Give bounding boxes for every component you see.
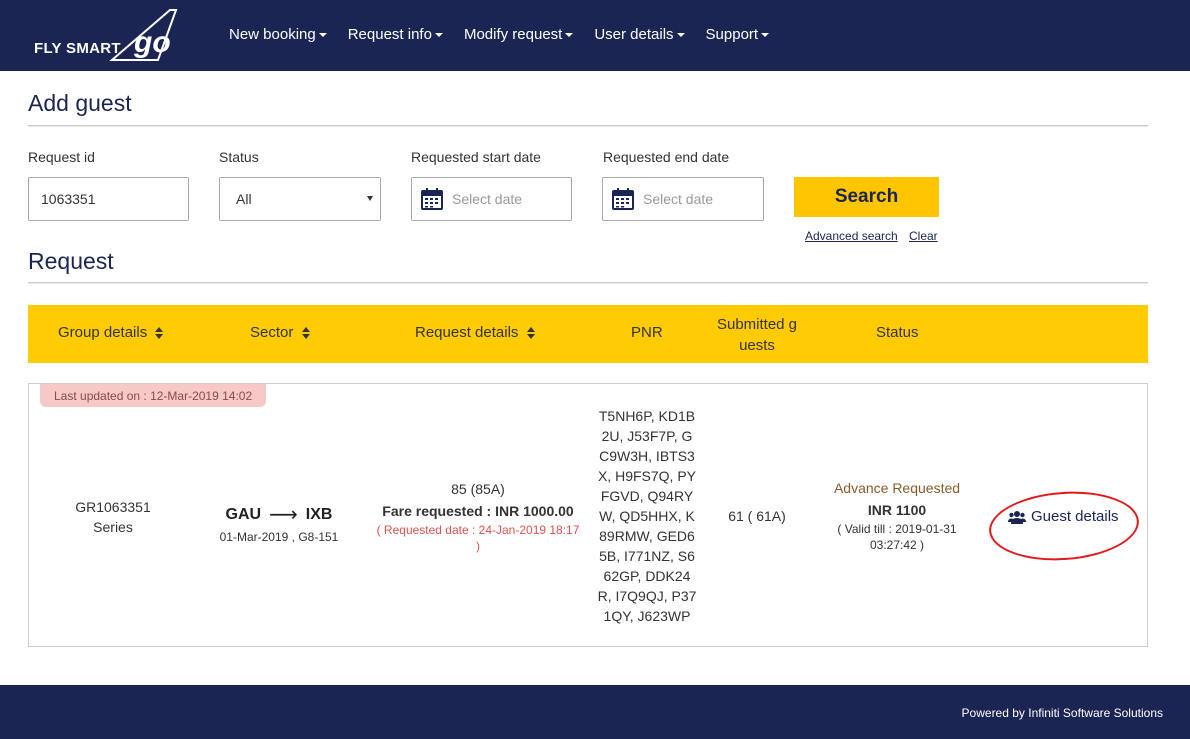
valid-till: ( Valid till : 2019-01-31 03:27:42 )	[837, 522, 957, 552]
start-date-input[interactable]: Select date	[411, 177, 572, 221]
annotation-circle	[986, 486, 1142, 566]
col-submitted-guests: Submitted g uests	[716, 316, 798, 354]
col-status: Status	[876, 324, 919, 341]
advanced-search-link[interactable]: Advanced search	[805, 229, 898, 243]
submitted-guests: 61 ( 61A)	[728, 508, 786, 524]
powered-by: Powered by Infiniti Software Solutions	[961, 706, 1163, 720]
table-header: Group details Sector Request details PNR…	[28, 305, 1148, 363]
end-date-label: Requested end date	[603, 149, 730, 165]
nav-support[interactable]: Support	[706, 26, 770, 43]
guest-details-link[interactable]: Guest details	[1008, 508, 1119, 525]
col-group-details[interactable]: Group details	[58, 324, 164, 341]
pnr-list: T5NH6P, KD1B2U, J53F7P, GC9W3H, IBTS3X, …	[597, 408, 697, 624]
main-nav: New booking Request info Modify request …	[229, 26, 790, 43]
caret-down-icon	[565, 33, 574, 38]
divider	[28, 282, 1148, 284]
arrow-right-icon: ⟶	[269, 504, 298, 526]
users-icon	[1008, 510, 1026, 524]
sector-cell: GAU ⟶ IXB 01-Mar-2019 , G8-151	[209, 502, 349, 544]
caret-down-icon	[318, 33, 327, 38]
flight-info: 01-Mar-2019 , G8-151	[219, 530, 339, 544]
sort-icon	[526, 327, 535, 340]
fare-requested: Fare requested : INR 1000.00	[382, 503, 574, 519]
clear-link[interactable]: Clear	[909, 229, 938, 243]
col-request-details[interactable]: Request details	[415, 324, 535, 341]
pax-count: 85 (85A)	[451, 481, 505, 497]
calendar-icon	[612, 188, 634, 210]
route: GAU ⟶ IXB	[209, 502, 349, 527]
status-label: Status	[219, 149, 259, 165]
origin: GAU	[225, 506, 262, 523]
go-logo-icon: go	[109, 9, 178, 61]
footer: Powered by Infiniti Software Solutions	[0, 685, 1190, 739]
table-row: Last updated on : 12-Mar-2019 14:02 GR10…	[28, 383, 1148, 647]
start-date-label: Requested start date	[411, 149, 541, 165]
end-date-input[interactable]: Select date	[602, 177, 764, 221]
group-type: Series	[93, 519, 133, 535]
sort-icon	[301, 327, 310, 340]
last-updated-badge: Last updated on : 12-Mar-2019 14:02	[40, 384, 267, 407]
divider	[28, 125, 1148, 127]
nav-new-booking[interactable]: New booking	[229, 26, 327, 43]
select-arrow-icon	[367, 196, 373, 201]
status-text: Advance Requested	[833, 480, 961, 496]
col-pnr: PNR	[631, 324, 663, 341]
caret-down-icon	[434, 33, 443, 38]
caret-down-icon	[676, 33, 685, 38]
brand-logo[interactable]: FLY SMART go	[34, 8, 184, 64]
request-id-label: Request id	[28, 149, 95, 165]
nav-user-details[interactable]: User details	[594, 26, 685, 43]
search-button[interactable]: Search	[794, 177, 939, 217]
request-details-cell: 85 (85A) Fare requested : INR 1000.00 ( …	[373, 478, 583, 554]
group-id: GR1063351	[75, 499, 151, 515]
col-sector[interactable]: Sector	[250, 324, 310, 341]
add-guest-title: Add guest	[28, 90, 132, 116]
status-cell: Advance Requested INR 1100 ( Valid till …	[817, 477, 977, 553]
calendar-icon	[421, 188, 443, 210]
destination: IXB	[305, 506, 333, 523]
sort-icon	[155, 327, 164, 340]
top-header: FLY SMART go New booking Request info Mo…	[0, 0, 1190, 71]
nav-request-info[interactable]: Request info	[348, 26, 443, 43]
caret-down-icon	[761, 33, 770, 38]
brand-mark: go	[133, 26, 171, 59]
nav-modify-request[interactable]: Modify request	[464, 26, 574, 43]
status-select[interactable]: All	[219, 177, 381, 221]
request-title: Request	[28, 248, 114, 274]
requested-date: ( Requested date : 24-Jan-2019 18:17 )	[376, 523, 580, 553]
group-details-cell: GR1063351 Series	[53, 497, 173, 537]
status-amount: INR 1100	[867, 502, 927, 518]
request-id-input[interactable]: 1063351	[28, 177, 189, 221]
